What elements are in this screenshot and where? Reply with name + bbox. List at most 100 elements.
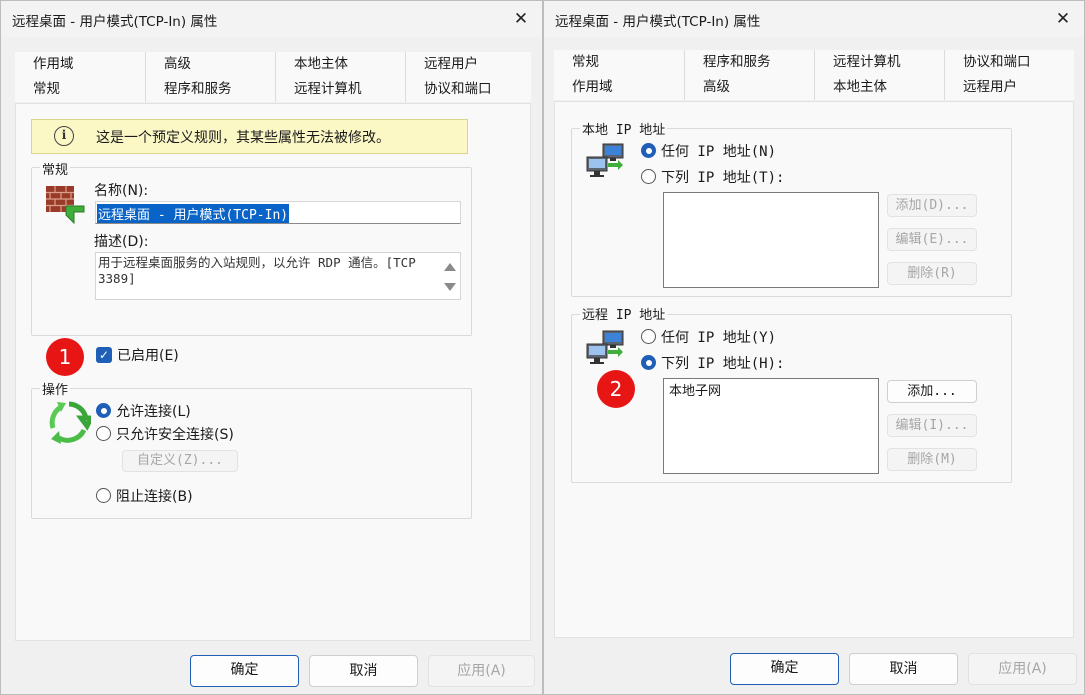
allow-connection-label: 允许连接(L) (116, 404, 191, 420)
customize-button[interactable]: 自定义(Z)... (122, 450, 238, 472)
window-title: 远程桌面 - 用户模式(TCP-In) 属性 (555, 14, 761, 30)
tab-label: 作用域 (572, 79, 613, 95)
close-button[interactable]: ✕ (506, 5, 536, 33)
remote-remove-button[interactable]: 删除(M) (887, 448, 977, 471)
tab-scope[interactable]: 作用域 (554, 75, 684, 100)
tab-label: 本地主体 (833, 79, 887, 95)
remote-ip-group-label: 远程 IP 地址 (580, 304, 668, 323)
cancel-button[interactable]: 取消 (849, 653, 958, 685)
tab-scope[interactable]: 作用域 (15, 52, 145, 77)
annotation-badge-1: 1 (46, 338, 84, 376)
allow-secure-radio[interactable] (96, 426, 111, 441)
tab-remote-users[interactable]: 远程用户 (405, 52, 531, 77)
window-title: 远程桌面 - 用户模式(TCP-In) 属性 (12, 14, 218, 30)
network-computers-icon (586, 330, 624, 364)
tab-label: 远程计算机 (833, 54, 901, 70)
name-value: 远程桌面 - 用户模式(TCP-In) (97, 204, 290, 223)
tab-general[interactable]: 常规 (15, 77, 145, 102)
description-field[interactable]: 用于远程桌面服务的入站规则，以允许 RDP 通信。[TCP 3389] (95, 252, 461, 300)
local-any-ip-radio[interactable] (641, 143, 656, 158)
tab-label: 高级 (164, 56, 191, 72)
tab-label: 本地主体 (294, 56, 348, 72)
tab-panel: 本地 IP 地址 任何 IP 地址(N) 下列 IP 地址(T): 添加(D).… (554, 101, 1074, 638)
close-icon: ✕ (1055, 9, 1071, 29)
tab-advanced[interactable]: 高级 (684, 75, 814, 100)
local-edit-button[interactable]: 编辑(E)... (887, 228, 977, 251)
apply-button[interactable]: 应用(A) (428, 655, 535, 687)
tab-local-principals[interactable]: 本地主体 (814, 75, 944, 100)
tab-remote-computers[interactable]: 远程计算机 (814, 50, 944, 75)
remote-any-ip-label: 任何 IP 地址(Y) (661, 330, 777, 346)
block-connection-radio[interactable] (96, 488, 111, 503)
tab-programs-services[interactable]: 程序和服务 (684, 50, 814, 75)
title-bar: 远程桌面 - 用户模式(TCP-In) 属性 ✕ (544, 1, 1084, 37)
tab-local-principals[interactable]: 本地主体 (275, 52, 405, 77)
tab-label: 远程用户 (424, 56, 478, 72)
tab-label: 协议和端口 (963, 54, 1031, 70)
firewall-rule-icon (46, 186, 85, 224)
right-properties-dialog: 远程桌面 - 用户模式(TCP-In) 属性 ✕ 常规 程序和服务 远程计算机 … (543, 0, 1085, 695)
local-ip-group-label: 本地 IP 地址 (580, 119, 668, 138)
name-field[interactable]: 远程桌面 - 用户模式(TCP-In) (95, 201, 461, 224)
dialog-client: 作用域 高级 本地主体 远程用户 常规 程序和服务 远程计算机 协议和端口 i … (1, 37, 542, 694)
tab-label: 程序和服务 (164, 81, 232, 97)
remote-these-ip-radio[interactable] (641, 355, 656, 370)
network-computers-icon (586, 143, 624, 177)
enabled-checkbox[interactable]: ✓ (96, 347, 112, 363)
annotation-badge-2: 2 (597, 370, 635, 408)
tab-programs-services[interactable]: 程序和服务 (145, 77, 275, 102)
name-label: 名称(N): (94, 183, 149, 199)
scroll-up-icon[interactable] (444, 263, 456, 271)
tab-protocols-ports[interactable]: 协议和端口 (405, 77, 531, 102)
local-add-button[interactable]: 添加(D)... (887, 194, 977, 217)
local-these-ip-radio[interactable] (641, 169, 656, 184)
list-item[interactable]: 本地子网 (669, 380, 721, 399)
close-icon: ✕ (513, 9, 529, 29)
description-label: 描述(D): (94, 234, 149, 250)
tab-label: 常规 (33, 81, 60, 97)
tab-general[interactable]: 常规 (554, 50, 684, 75)
description-value: 用于远程桌面服务的入站规则，以允许 RDP 通信。[TCP 3389] (98, 255, 424, 286)
remote-add-button[interactable]: 添加... (887, 380, 977, 403)
tab-label: 协议和端口 (424, 81, 492, 97)
enabled-label: 已启用(E) (117, 348, 179, 364)
cancel-button[interactable]: 取消 (309, 655, 418, 687)
local-remove-button[interactable]: 删除(R) (887, 262, 977, 285)
tab-label: 高级 (703, 79, 730, 95)
tab-label: 作用域 (33, 56, 74, 72)
info-text: 这是一个预定义规则，其某些属性无法被修改。 (96, 130, 390, 146)
dialog-client: 常规 程序和服务 远程计算机 协议和端口 作用域 高级 本地主体 远程用户 本地… (544, 37, 1084, 694)
tab-remote-users[interactable]: 远程用户 (944, 75, 1074, 100)
title-bar: 远程桌面 - 用户模式(TCP-In) 属性 ✕ (1, 1, 542, 37)
info-icon: i (54, 126, 74, 146)
tab-advanced[interactable]: 高级 (145, 52, 275, 77)
local-any-ip-label: 任何 IP 地址(N) (661, 144, 777, 160)
tab-remote-computers[interactable]: 远程计算机 (275, 77, 405, 102)
tab-panel: i 这是一个预定义规则，其某些属性无法被修改。 常规 名称(N): 远程桌面 -… (15, 103, 531, 641)
left-properties-dialog: 远程桌面 - 用户模式(TCP-In) 属性 ✕ 作用域 高级 本地主体 远程用… (0, 0, 543, 695)
local-these-ip-label: 下列 IP 地址(T): (661, 170, 785, 186)
block-connection-label: 阻止连接(B) (116, 489, 193, 505)
tab-protocols-ports[interactable]: 协议和端口 (944, 50, 1074, 75)
action-group-label: 操作 (40, 379, 71, 398)
tab-label: 远程用户 (963, 79, 1017, 95)
remote-ip-list[interactable]: 本地子网 (663, 378, 879, 474)
ok-button[interactable]: 确定 (190, 655, 299, 687)
allow-connection-radio[interactable] (96, 403, 111, 418)
checkmark-icon: ✓ (98, 348, 110, 362)
apply-button[interactable]: 应用(A) (968, 653, 1077, 685)
ok-button[interactable]: 确定 (730, 653, 839, 685)
tab-label: 程序和服务 (703, 54, 771, 70)
allow-secure-label: 只允许安全连接(S) (116, 427, 234, 443)
info-bar: i 这是一个预定义规则，其某些属性无法被修改。 (31, 119, 468, 154)
remote-these-ip-label: 下列 IP 地址(H): (661, 356, 785, 372)
tab-label: 远程计算机 (294, 81, 362, 97)
remote-any-ip-radio[interactable] (641, 329, 656, 344)
remote-edit-button[interactable]: 编辑(I)... (887, 414, 977, 437)
general-group-label: 常规 (40, 159, 71, 178)
tab-label: 常规 (572, 54, 599, 70)
scroll-down-icon[interactable] (444, 283, 456, 291)
actions-arrows-icon (49, 401, 91, 444)
local-ip-list[interactable] (663, 192, 879, 288)
close-button[interactable]: ✕ (1048, 5, 1078, 33)
